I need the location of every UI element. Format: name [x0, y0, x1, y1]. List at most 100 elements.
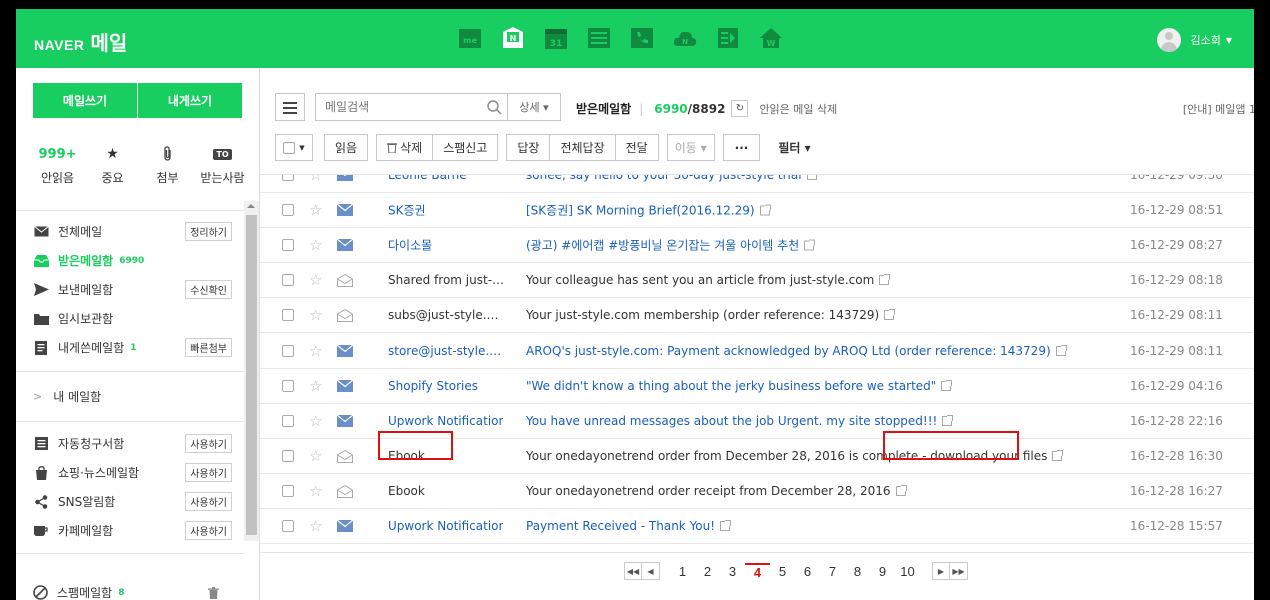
scroll-thumb[interactable] [246, 215, 257, 535]
enable-button[interactable]: 사용하기 [185, 521, 232, 540]
star-icon[interactable]: ☆ [309, 412, 322, 430]
trash-icon[interactable] [208, 586, 220, 599]
memo-icon[interactable] [716, 26, 740, 50]
quick-recipient[interactable]: TO 받는사람 [195, 144, 250, 186]
notice-link[interactable]: [안내] 메일앱 1 [1183, 101, 1254, 117]
next-page-button[interactable]: ▶ [932, 562, 950, 580]
open-new-window-icon[interactable] [941, 379, 953, 391]
row-checkbox[interactable] [282, 379, 294, 392]
write-to-self-button[interactable]: 내게쓰기 [137, 83, 242, 118]
open-new-window-icon[interactable] [884, 309, 896, 321]
compose-button[interactable]: 메일쓰기 [33, 83, 137, 118]
reply-all-button[interactable]: 전체답장 [550, 134, 616, 161]
phone-icon[interactable] [630, 26, 654, 50]
scroll-up-icon[interactable] [247, 204, 255, 208]
folder-to-self[interactable]: 내게쓴메일함 1 빠른첨부 [16, 333, 244, 362]
row-subject[interactable]: sohee, say hello to your 30-day just-sty… [526, 175, 818, 182]
folder-cafe[interactable]: 카페메일함 사용하기 [16, 516, 244, 545]
row-checkbox[interactable] [282, 414, 294, 427]
quick-unread[interactable]: 999+ 안읽음 [30, 144, 85, 186]
mail-app-icon[interactable]: N [501, 26, 525, 50]
star-icon[interactable]: ☆ [309, 377, 322, 395]
reply-button[interactable]: 답장 [506, 134, 551, 161]
row-subject[interactable]: (광고) #에어캡 #방풍비닐 온기잡는 겨울 아이템 추천 [526, 237, 816, 254]
row-checkbox[interactable] [282, 484, 294, 497]
page-number[interactable]: 8 [845, 564, 870, 579]
table-row[interactable]: ☆ Shared from just-… Your colleague has se… [260, 263, 1254, 299]
filter-dropdown[interactable]: 필터 ▾ [778, 139, 810, 156]
star-icon[interactable]: ☆ [309, 306, 322, 324]
table-row[interactable]: ☆ Ebook Your onedayonetrend order receipt … [260, 474, 1254, 509]
row-sender[interactable]: store@just-style.… [388, 344, 503, 358]
table-row[interactable]: ☆Upwork NotificationAmerican Express was… [260, 544, 1254, 552]
table-row[interactable]: ☆ store@just-style.… AROQ's just-style.com… [260, 333, 1254, 369]
row-sender[interactable]: 다이소몰 [388, 237, 503, 254]
user-menu[interactable]: 김소희 ▼ [1157, 28, 1232, 52]
search-icon[interactable] [481, 94, 507, 120]
row-sender[interactable]: Ebook [388, 484, 503, 498]
star-icon[interactable]: ☆ [309, 517, 322, 535]
move-dropdown[interactable]: 이동 ▾ [666, 134, 715, 161]
row-sender[interactable]: subs@just-style.… [388, 308, 503, 322]
home-icon[interactable]: W [759, 26, 783, 50]
open-new-window-icon[interactable] [804, 239, 816, 251]
table-row[interactable]: ☆ subs@just-style.… Your just-style.com me… [260, 298, 1254, 334]
star-icon[interactable]: ☆ [309, 236, 322, 254]
enable-button[interactable]: 사용하기 [185, 434, 232, 453]
row-sender[interactable]: Shopify Stories [388, 379, 503, 393]
table-row[interactable]: ☆ 다이소몰 (광고) #에어캡 #방풍비닐 온기잡는 겨울 아이템 추천 16-12… [260, 228, 1254, 264]
row-sender[interactable]: Upwork Notification [388, 414, 503, 428]
row-subject[interactable]: Your onedayonetrend order receipt from D… [526, 484, 907, 498]
envelope-closed-icon[interactable] [336, 414, 354, 427]
page-number[interactable]: 1 [670, 564, 695, 579]
envelope-closed-icon[interactable] [336, 379, 354, 392]
envelope-closed-icon[interactable] [337, 175, 353, 182]
first-page-button[interactable]: ◀◀ [624, 562, 642, 580]
select-all-checkbox[interactable] [283, 141, 296, 154]
select-all-dropdown[interactable]: ▼ [275, 134, 313, 161]
row-checkbox[interactable] [282, 519, 294, 532]
row-subject[interactable]: "We didn't know a thing about the jerky … [526, 379, 953, 393]
sidebar-scrollbar[interactable] [244, 201, 259, 541]
page-number[interactable]: 2 [695, 564, 720, 579]
table-row[interactable]: ☆ Leonie Barne sohee, say hello to your 30… [260, 175, 1254, 194]
page-number[interactable]: 9 [870, 564, 895, 579]
row-checkbox[interactable] [282, 204, 294, 217]
open-new-window-icon[interactable] [879, 274, 891, 286]
row-sender[interactable]: Shared from just-… [388, 273, 503, 287]
forward-button[interactable]: 전달 [615, 134, 659, 161]
row-subject[interactable]: You have unread messages about the job U… [526, 414, 954, 428]
enable-button[interactable]: 사용하기 [185, 463, 232, 482]
envelope-closed-icon[interactable] [336, 519, 354, 532]
row-sender[interactable]: Upwork Notification [388, 519, 503, 533]
table-row[interactable]: ☆ Upwork Notification Payment Received - T… [260, 509, 1254, 545]
envelope-closed-icon[interactable] [336, 203, 354, 217]
quick-attach-button[interactable]: 빠른첨부 [185, 338, 232, 357]
table-row[interactable]: ☆ SK증권 [SK증권] SK Morning Brief(2016.12.29)… [260, 193, 1254, 229]
organize-button[interactable]: 정리하기 [185, 222, 232, 241]
cloud-icon[interactable]: N [673, 26, 697, 50]
page-number[interactable]: 4 [745, 562, 770, 580]
last-page-button[interactable]: ▶▶ [950, 562, 968, 580]
folder-sns[interactable]: SNS알림함 사용하기 [16, 487, 244, 516]
row-checkbox[interactable] [282, 449, 294, 462]
open-new-window-icon[interactable] [942, 414, 954, 426]
page-number[interactable]: 5 [770, 564, 795, 579]
delete-button[interactable]: 삭제 [376, 134, 434, 161]
delete-unread-link[interactable]: 안읽은 메일 삭제 [759, 101, 837, 117]
row-checkbox[interactable] [282, 175, 294, 182]
star-icon[interactable]: ☆ [309, 271, 322, 289]
open-new-window-icon[interactable] [1052, 449, 1064, 461]
table-row[interactable]: ☆ Shopify Stories "We didn't know a thing … [260, 369, 1254, 404]
page-number[interactable]: 3 [720, 564, 745, 579]
envelope-open-icon[interactable] [337, 309, 353, 323]
folder-all-mail[interactable]: 전체메일 정리하기 [16, 217, 244, 246]
open-new-window-icon[interactable] [1055, 344, 1067, 356]
page-number[interactable]: 10 [895, 564, 920, 579]
row-checkbox[interactable] [282, 239, 294, 252]
calendar-icon[interactable]: 31 [544, 26, 568, 50]
prev-page-button[interactable]: ◀ [642, 562, 660, 580]
more-button[interactable]: ··· [722, 134, 761, 161]
search-input[interactable] [316, 94, 481, 120]
folder-drafts[interactable]: 임시보관함 [16, 304, 244, 333]
